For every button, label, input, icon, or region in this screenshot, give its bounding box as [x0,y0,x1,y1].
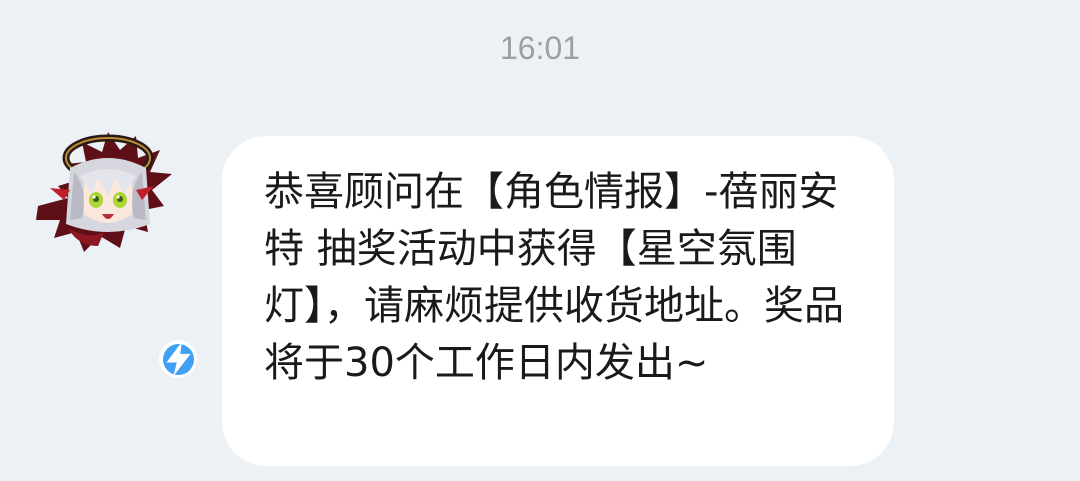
anime-character-avatar-icon [36,132,172,252]
verified-badge [159,340,197,378]
incoming-message-row: 恭喜顾问在【角色情报】-蓓丽安特 抽奖活动中获得【星空氛围灯】，请麻烦提供收货地… [0,0,1080,481]
sender-avatar[interactable] [28,128,197,378]
message-text: 恭喜顾问在【角色情报】-蓓丽安特 抽奖活动中获得【星空氛围灯】，请麻烦提供收货地… [264,169,844,386]
lightning-verified-badge-icon [165,341,191,377]
message-bubble[interactable]: 恭喜顾问在【角色情报】-蓓丽安特 抽奖活动中获得【星空氛围灯】，请麻烦提供收货地… [222,136,894,466]
